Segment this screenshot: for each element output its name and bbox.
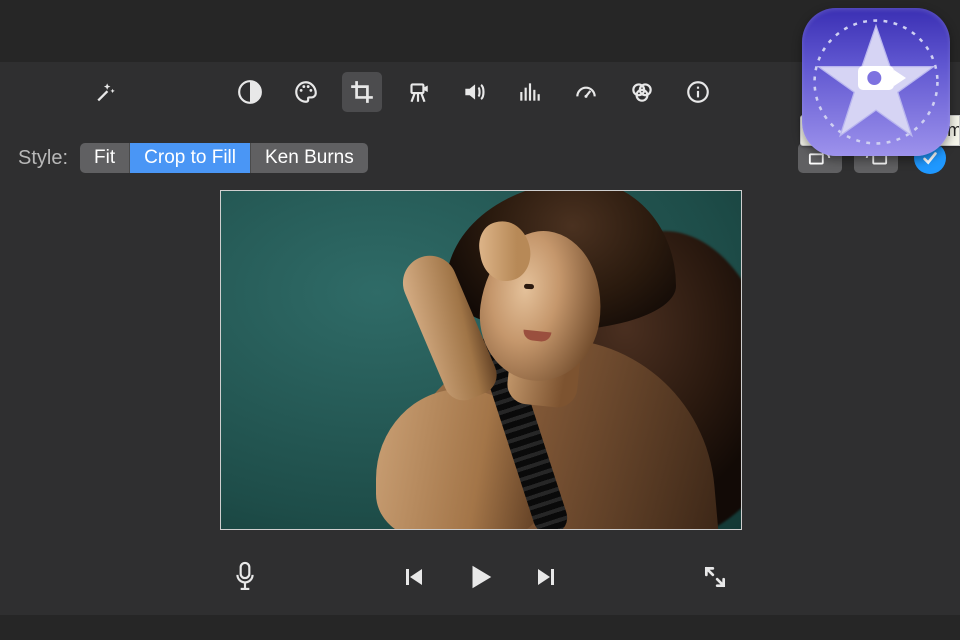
playback-controls <box>403 562 557 597</box>
style-segmented-control[interactable]: Fit Crop to Fill Ken Burns <box>80 143 368 173</box>
preview-viewer[interactable] <box>220 190 742 530</box>
speedometer-icon <box>573 79 599 105</box>
equalizer-button[interactable] <box>510 72 550 112</box>
volume-icon <box>461 79 487 105</box>
volume-button[interactable] <box>454 72 494 112</box>
magic-wand-icon <box>92 79 118 105</box>
fullscreen-button[interactable] <box>702 564 728 595</box>
crop-icon <box>349 79 375 105</box>
magic-wand-button[interactable] <box>85 72 125 112</box>
equalizer-icon <box>517 79 543 105</box>
playback-bar <box>0 555 960 603</box>
voiceover-button[interactable] <box>232 560 258 599</box>
play-button[interactable] <box>465 562 495 597</box>
info-button[interactable] <box>678 72 718 112</box>
style-label: Style: <box>18 147 68 170</box>
palette-icon <box>293 79 319 105</box>
expand-icon <box>702 564 728 590</box>
skip-back-icon <box>403 566 425 588</box>
imovie-app-icon <box>802 8 950 156</box>
camera-tripod-icon <box>405 79 431 105</box>
speed-button[interactable] <box>566 72 606 112</box>
stabilization-button[interactable] <box>398 72 438 112</box>
color-balance-icon <box>237 79 263 105</box>
skip-forward-icon <box>535 566 557 588</box>
crop-button[interactable] <box>342 72 382 112</box>
star-icon <box>812 18 940 146</box>
previous-frame-button[interactable] <box>403 566 425 593</box>
color-correction-button[interactable] <box>286 72 326 112</box>
color-balance-button[interactable] <box>230 72 270 112</box>
clip-filter-button[interactable] <box>622 72 662 112</box>
microphone-icon <box>232 560 258 594</box>
style-option-crop-to-fill[interactable]: Crop to Fill <box>130 143 251 173</box>
info-icon <box>685 79 711 105</box>
play-icon <box>465 562 495 592</box>
next-frame-button[interactable] <box>535 566 557 593</box>
overlap-circles-icon <box>629 79 655 105</box>
style-option-fit[interactable]: Fit <box>80 143 130 173</box>
style-option-ken-burns[interactable]: Ken Burns <box>251 143 368 173</box>
